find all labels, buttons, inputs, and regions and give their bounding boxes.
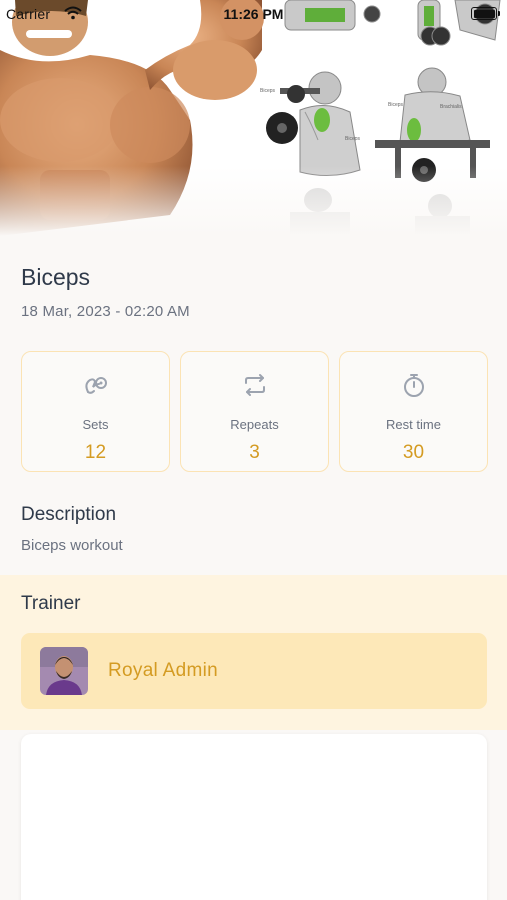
repeat-icon: [244, 374, 265, 396]
trainer-name: Royal Admin: [108, 660, 218, 681]
svg-text:Brachialis: Brachialis: [440, 104, 462, 110]
status-bar: Carrier 11:26 PM: [0, 0, 507, 28]
description-heading: Description: [21, 504, 117, 525]
stat-label-repeats: Repeats: [230, 417, 279, 432]
stat-value-sets: 12: [84, 442, 107, 463]
stat-card-rest-time: Rest time 30: [339, 351, 488, 472]
sets-icon: [84, 377, 107, 394]
workout-title: Biceps: [21, 264, 91, 290]
trainer-heading: Trainer: [21, 593, 81, 614]
svg-text:Biceps: Biceps: [345, 136, 361, 142]
svg-text:Biceps: Biceps: [260, 88, 276, 94]
stat-card-repeats: Repeats 3: [180, 351, 329, 472]
battery-icon: [471, 7, 500, 20]
hero-image: Biceps Biceps Biceps Brachialis: [0, 0, 507, 236]
avatar: [40, 647, 88, 695]
workout-date: 18 Mar, 2023 - 02:20 AM: [21, 303, 190, 320]
content-card: [21, 734, 487, 900]
stat-value-rest-time: 30: [402, 442, 425, 463]
stopwatch-icon: [403, 374, 424, 397]
trainer-card[interactable]: Royal Admin: [21, 633, 487, 709]
status-time: 11:26 PM: [223, 6, 284, 22]
description-text: Biceps workout: [21, 537, 123, 554]
stat-label-sets: Sets: [82, 417, 109, 432]
stat-label-rest-time: Rest time: [386, 417, 441, 432]
stat-card-sets: Sets 12: [21, 351, 170, 472]
svg-text:Biceps: Biceps: [388, 102, 404, 108]
stat-value-repeats: 3: [249, 442, 260, 463]
